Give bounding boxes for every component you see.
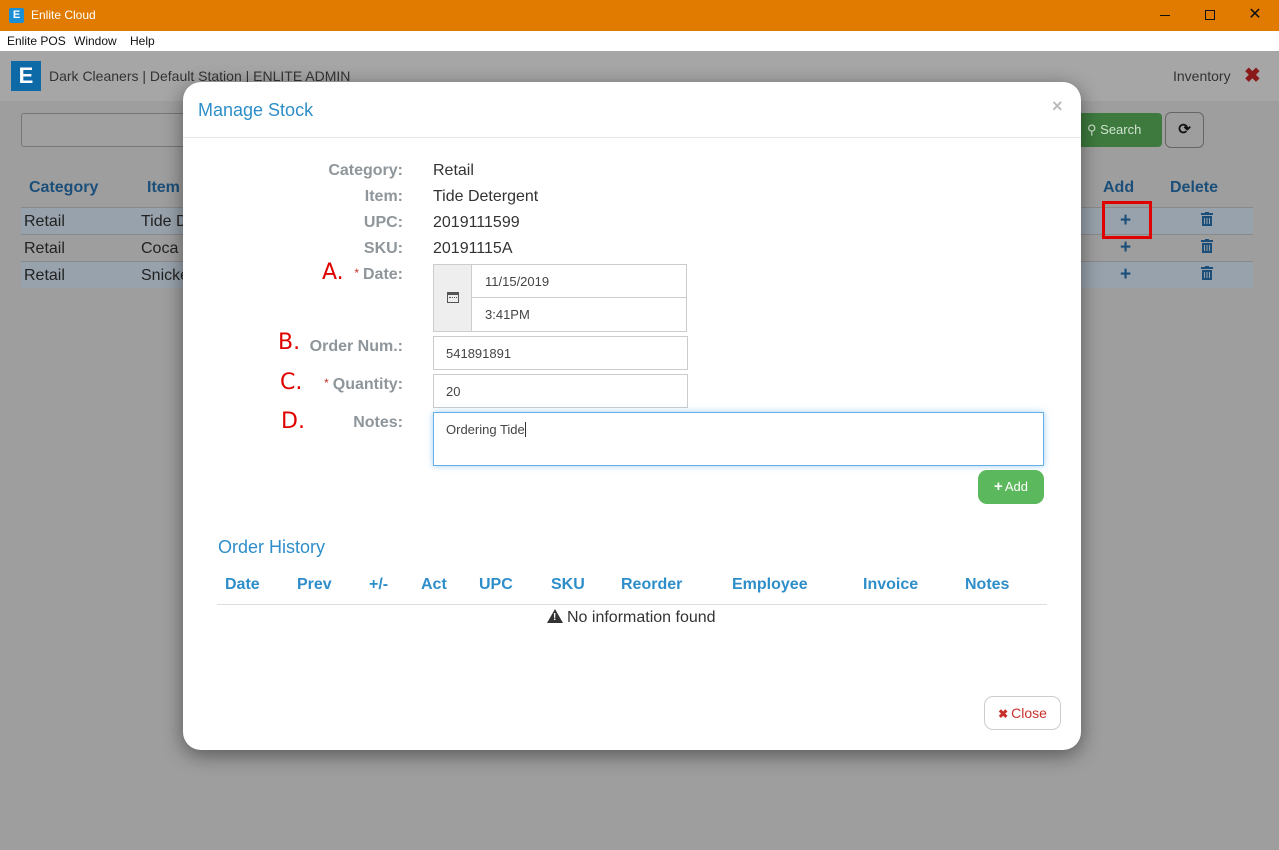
search-icon: ⚲ (1087, 122, 1097, 137)
date-label-text: Date: (362, 266, 403, 283)
date-time-picker[interactable]: 11/15/2019 3:41PM (433, 264, 687, 332)
required-mark: * (354, 266, 359, 280)
app-close-icon[interactable]: ✖ (1244, 63, 1261, 88)
history-col-invoice[interactable]: Invoice (863, 576, 918, 594)
column-header-add: Add (1103, 179, 1135, 196)
upc-value: 2019111599 (433, 214, 520, 231)
modal-title: Manage Stock (198, 100, 314, 120)
menu-help[interactable]: Help (130, 34, 155, 48)
item-label: Item: (364, 188, 403, 205)
item-value: Tide Detergent (433, 188, 539, 205)
notes-label: Notes: (353, 414, 403, 431)
column-header-category[interactable]: Category (29, 179, 98, 197)
refresh-icon: ⟳ (1178, 121, 1191, 138)
quantity-input[interactable]: 20 (433, 374, 688, 408)
highlight-annotation-box (1102, 201, 1152, 239)
history-header-divider (217, 604, 1047, 605)
required-mark: * (324, 376, 329, 390)
history-col-upc[interactable]: UPC (479, 576, 513, 594)
close-icon: ✖ (998, 707, 1009, 721)
menu-bar: Enlite POS Window Help (0, 31, 1279, 51)
row-category: Retail (24, 267, 65, 284)
menu-enlite-pos[interactable]: Enlite POS (7, 34, 66, 48)
section-title: Inventory (1173, 68, 1231, 84)
minimize-button[interactable] (1150, 4, 1180, 26)
empty-state-text: No information found (567, 609, 716, 626)
modal-header-divider (183, 137, 1081, 138)
plus-icon: + (994, 478, 1003, 495)
sku-value: 20191115A (433, 240, 513, 257)
add-stock-icon[interactable]: + (1120, 237, 1131, 259)
time-input[interactable]: 3:41PM (472, 298, 687, 331)
window-title: Enlite Cloud (31, 8, 96, 22)
trash-icon[interactable] (1201, 239, 1213, 253)
quantity-label-text: Quantity: (332, 376, 403, 393)
add-stock-icon[interactable]: + (1120, 264, 1131, 286)
history-col-reorder[interactable]: Reorder (621, 576, 682, 594)
row-category: Retail (24, 240, 65, 257)
add-button-label: Add (1004, 479, 1028, 494)
order-num-label: Order Num.: (309, 338, 403, 355)
notes-value: Ordering Tide (446, 422, 525, 437)
text-caret (524, 422, 526, 437)
date-label: * Date: (183, 266, 403, 284)
column-header-delete: Delete (1170, 179, 1219, 196)
category-label: Category: (328, 162, 403, 179)
column-header-item[interactable]: Item (147, 179, 180, 197)
trash-icon[interactable] (1201, 212, 1213, 226)
search-button-label: Search (1100, 122, 1142, 137)
row-item: Snicke (141, 267, 190, 284)
order-history-title: Order History (218, 537, 326, 557)
close-button[interactable]: ✖ Close (984, 696, 1061, 730)
date-input[interactable]: 11/15/2019 (472, 265, 687, 298)
row-item: Tide D (141, 213, 188, 230)
category-value: Retail (433, 162, 474, 179)
trash-icon[interactable] (1201, 266, 1213, 280)
app-icon: E (9, 8, 24, 23)
history-col-act[interactable]: Act (421, 576, 447, 594)
search-button[interactable]: ⚲ Search (1077, 113, 1162, 147)
calendar-button[interactable] (434, 265, 472, 331)
calendar-icon (447, 292, 459, 303)
modal-close-icon[interactable]: × (1052, 96, 1063, 117)
row-item: Coca (141, 240, 179, 257)
history-col-prev[interactable]: Prev (297, 576, 332, 594)
enlite-logo: E (11, 61, 41, 91)
upc-label: UPC: (363, 214, 403, 231)
notes-textarea[interactable]: Ordering Tide (433, 412, 1044, 466)
history-col-sku[interactable]: SKU (551, 576, 585, 594)
maximize-button[interactable] (1195, 4, 1225, 26)
row-category: Retail (24, 213, 65, 230)
add-stock-button[interactable]: + Add (978, 470, 1044, 504)
empty-state-message: No information found (547, 609, 716, 627)
sku-label: SKU: (363, 240, 403, 257)
close-button-label: Close (1011, 705, 1047, 721)
history-col-notes[interactable]: Notes (965, 576, 1009, 594)
minimize-icon (1160, 15, 1170, 16)
maximize-icon (1205, 10, 1215, 20)
window-close-button[interactable]: ✕ (1240, 4, 1270, 26)
window-titlebar: E Enlite Cloud ✕ (0, 0, 1279, 31)
order-num-input[interactable]: 541891891 (433, 336, 688, 370)
quantity-label: * Quantity: (183, 376, 403, 394)
history-col-employee[interactable]: Employee (732, 576, 808, 594)
history-col-date[interactable]: Date (225, 576, 260, 594)
history-col-change[interactable]: +/- (369, 576, 388, 594)
refresh-button[interactable]: ⟳ (1165, 112, 1204, 148)
menu-window[interactable]: Window (74, 34, 117, 48)
manage-stock-modal: Manage Stock × Category: Retail Item: Ti… (183, 82, 1081, 750)
warning-icon (547, 609, 563, 623)
